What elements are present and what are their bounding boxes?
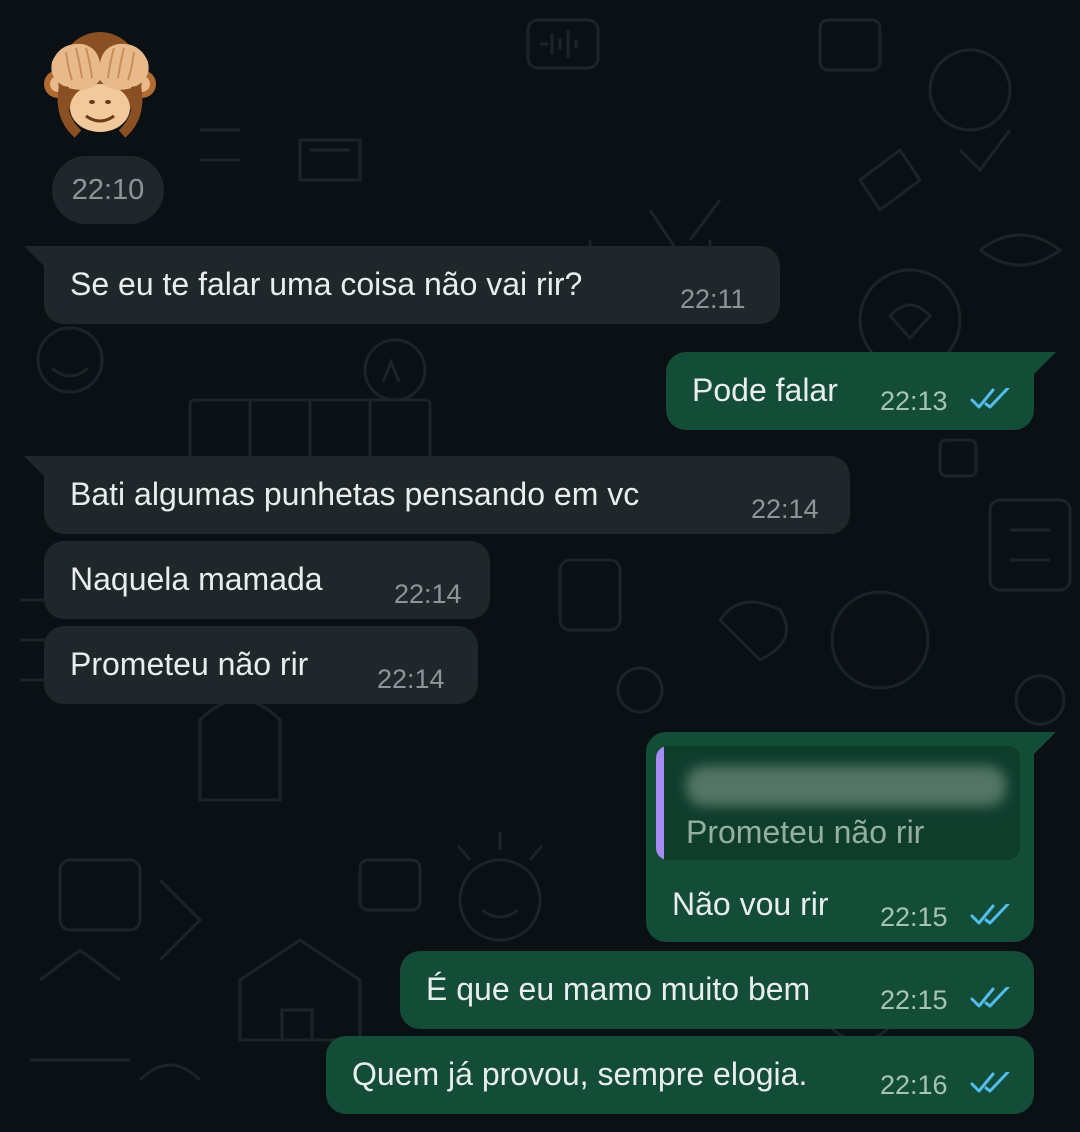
message-time: 22:15 [880,985,948,1015]
message-incoming[interactable]: Se eu te falar uma coisa não vai rir? 22… [44,246,780,324]
message-text: Não vou rir [672,886,829,922]
message-text: É que eu mamo muito bem [426,971,811,1007]
emoji-message-time: 22:10 [52,156,164,224]
message-incoming[interactable]: Bati algumas punhetas pensando em vc 22:… [44,456,850,534]
quoted-text: Prometeu não rir [686,814,925,850]
double-check-read-icon [970,987,1010,1008]
quoted-message[interactable]: Prometeu não rir [656,746,1020,860]
message-text: Bati algumas punhetas pensando em vc [70,476,640,512]
message-time: 22:11 [680,284,746,314]
message-incoming[interactable]: Prometeu não rir 22:14 [44,626,478,704]
message-outgoing[interactable]: É que eu mamo muito bem 22:15 [400,951,1034,1029]
emoji-message[interactable] [44,22,156,142]
message-text: Se eu te falar uma coisa não vai rir? [70,266,583,302]
message-text: Quem já provou, sempre elogia. [352,1056,808,1092]
message-incoming[interactable]: Naquela mamada 22:14 [44,541,490,619]
message-text: Naquela mamada [70,561,323,597]
quote-bar [656,746,664,860]
message-outgoing[interactable]: Quem já provou, sempre elogia. 22:16 [326,1036,1034,1114]
message-time: 22:16 [880,1070,948,1100]
double-check-read-icon [970,388,1010,409]
message-text: Prometeu não rir [70,646,309,682]
message-time: 22:14 [377,664,445,694]
see-no-evil-monkey-icon [44,32,156,138]
message-outgoing-reply[interactable]: Prometeu não rir Não vou rir 22:15 [646,732,1034,942]
message-time: 22:14 [394,579,462,609]
message-outgoing[interactable]: Pode falar 22:13 [666,352,1034,430]
quoted-author-redacted [686,766,1006,806]
message-time: 22:13 [880,386,948,416]
double-check-read-icon [970,904,1010,925]
message-time: 22:14 [751,494,819,524]
double-check-read-icon [970,1072,1010,1093]
message-time: 22:15 [880,902,948,932]
message-text: Pode falar [692,372,838,408]
